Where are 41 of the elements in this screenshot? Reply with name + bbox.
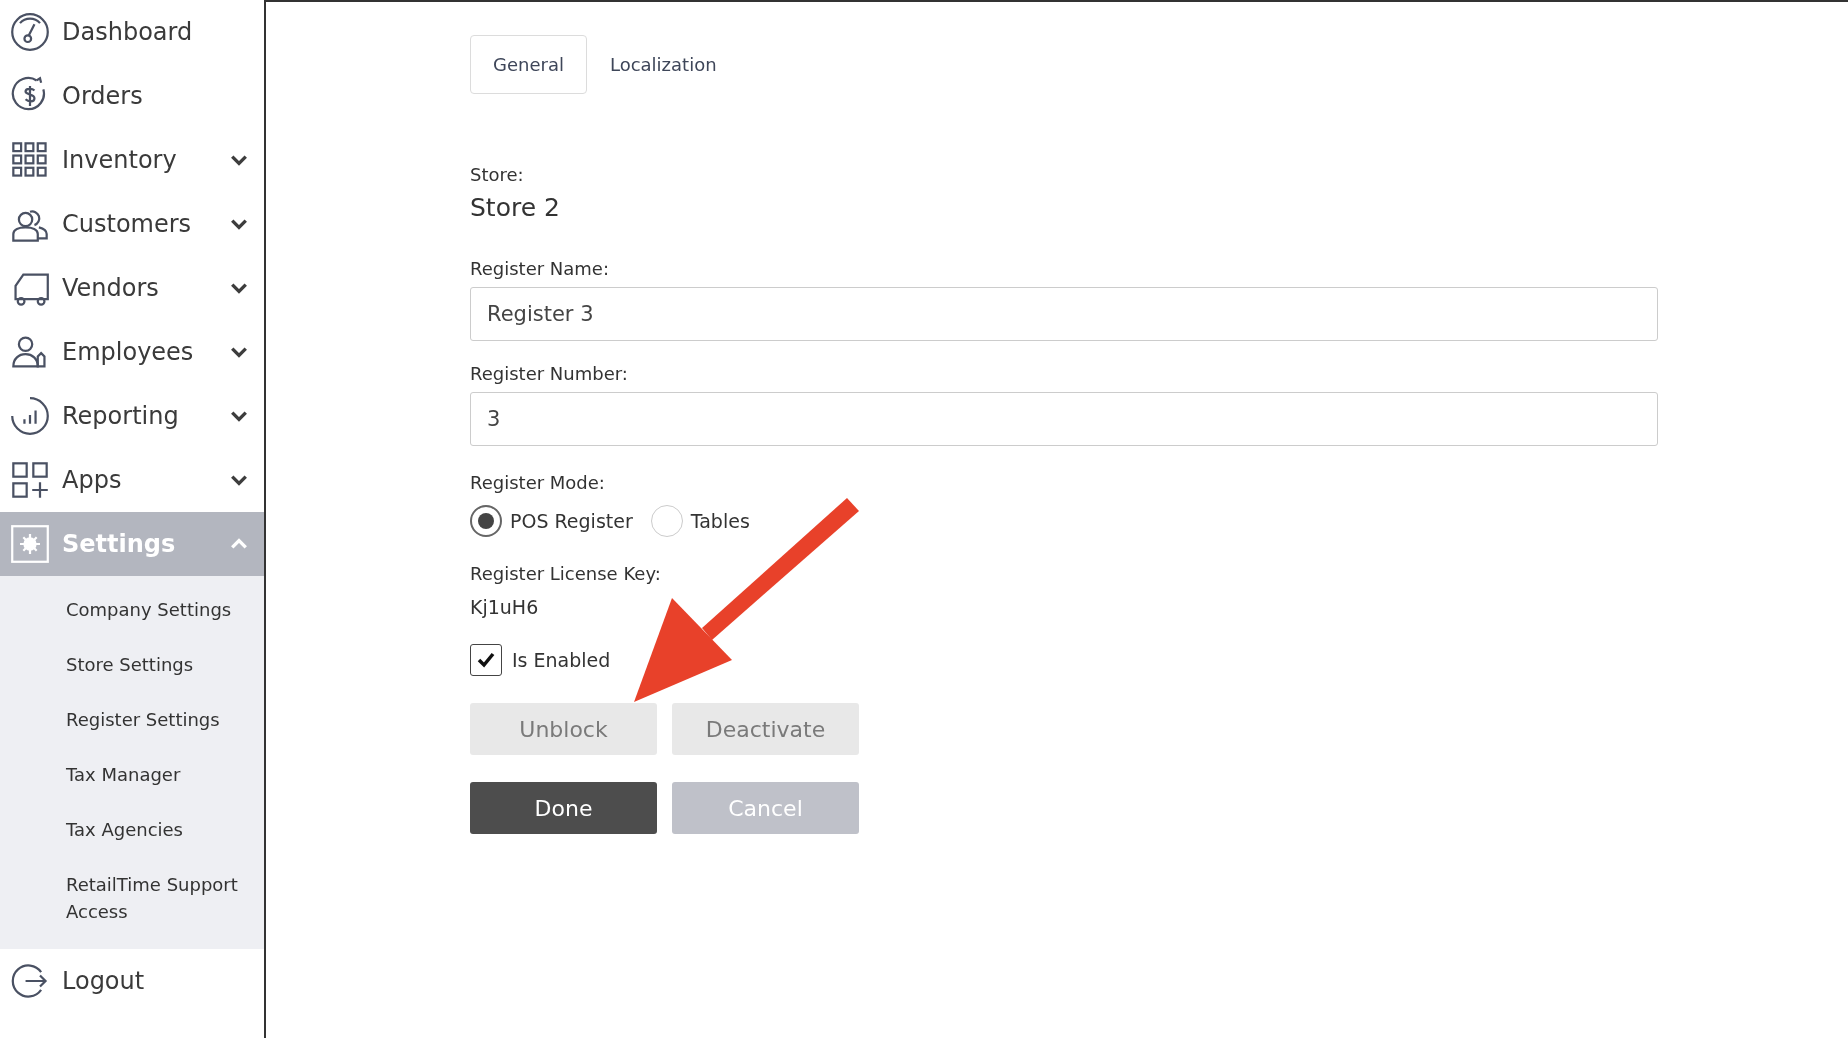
- grid-icon: [10, 140, 50, 180]
- apps-icon: [10, 460, 50, 500]
- bar-chart-icon: [10, 396, 50, 436]
- submenu-item[interactable]: Register Settings: [0, 692, 264, 747]
- action-button[interactable]: Done: [470, 782, 657, 834]
- field-label: Register Number:: [470, 363, 629, 384]
- field-label: Register Mode:: [470, 472, 606, 493]
- tab[interactable]: Localization: [586, 35, 740, 94]
- license-key: Kj1uH6: [470, 596, 1658, 618]
- field-label: Register Name:: [470, 258, 610, 279]
- radio-button[interactable]: [470, 505, 502, 537]
- field-label: Register License Key:: [470, 563, 662, 584]
- radio-label: Tables: [690, 510, 750, 532]
- nav-item[interactable]: Orders: [0, 64, 264, 128]
- nav-item[interactable]: Dashboard: [0, 0, 264, 64]
- tab[interactable]: General: [470, 35, 587, 94]
- submenu-item[interactable]: Company Settings: [0, 582, 264, 637]
- input-field[interactable]: Register 3: [470, 287, 1658, 341]
- submenu-item[interactable]: Store Settings: [0, 637, 264, 692]
- action-button[interactable]: Deactivate: [672, 703, 859, 755]
- radio-label: POS Register: [510, 510, 633, 532]
- checkbox-label: Is Enabled: [512, 649, 611, 671]
- submenu-item[interactable]: Tax Agencies: [0, 802, 264, 857]
- gauge-icon: [10, 12, 50, 52]
- nav-item[interactable]: Reporting: [0, 384, 264, 448]
- nav-item[interactable]: Employees: [0, 320, 264, 384]
- nav-item[interactable]: Inventory: [0, 128, 264, 192]
- nav-item[interactable]: Vendors: [0, 256, 264, 320]
- logout-icon: [10, 961, 50, 1001]
- input-field[interactable]: 3: [470, 392, 1658, 446]
- nav-item[interactable]: Customers: [0, 192, 264, 256]
- field-label: Store:: [470, 164, 525, 185]
- gear-icon: [10, 524, 50, 564]
- nav-item[interactable]: Logout: [0, 949, 264, 1013]
- nav-item[interactable]: Apps: [0, 448, 264, 512]
- action-button[interactable]: Unblock: [470, 703, 657, 755]
- store-name: Store 2: [470, 193, 561, 222]
- checkmark-icon: [476, 650, 496, 670]
- submenu-item[interactable]: Tax Manager: [0, 747, 264, 802]
- checkbox[interactable]: [470, 644, 502, 676]
- submenu-item[interactable]: RetailTime Support Access: [0, 857, 264, 939]
